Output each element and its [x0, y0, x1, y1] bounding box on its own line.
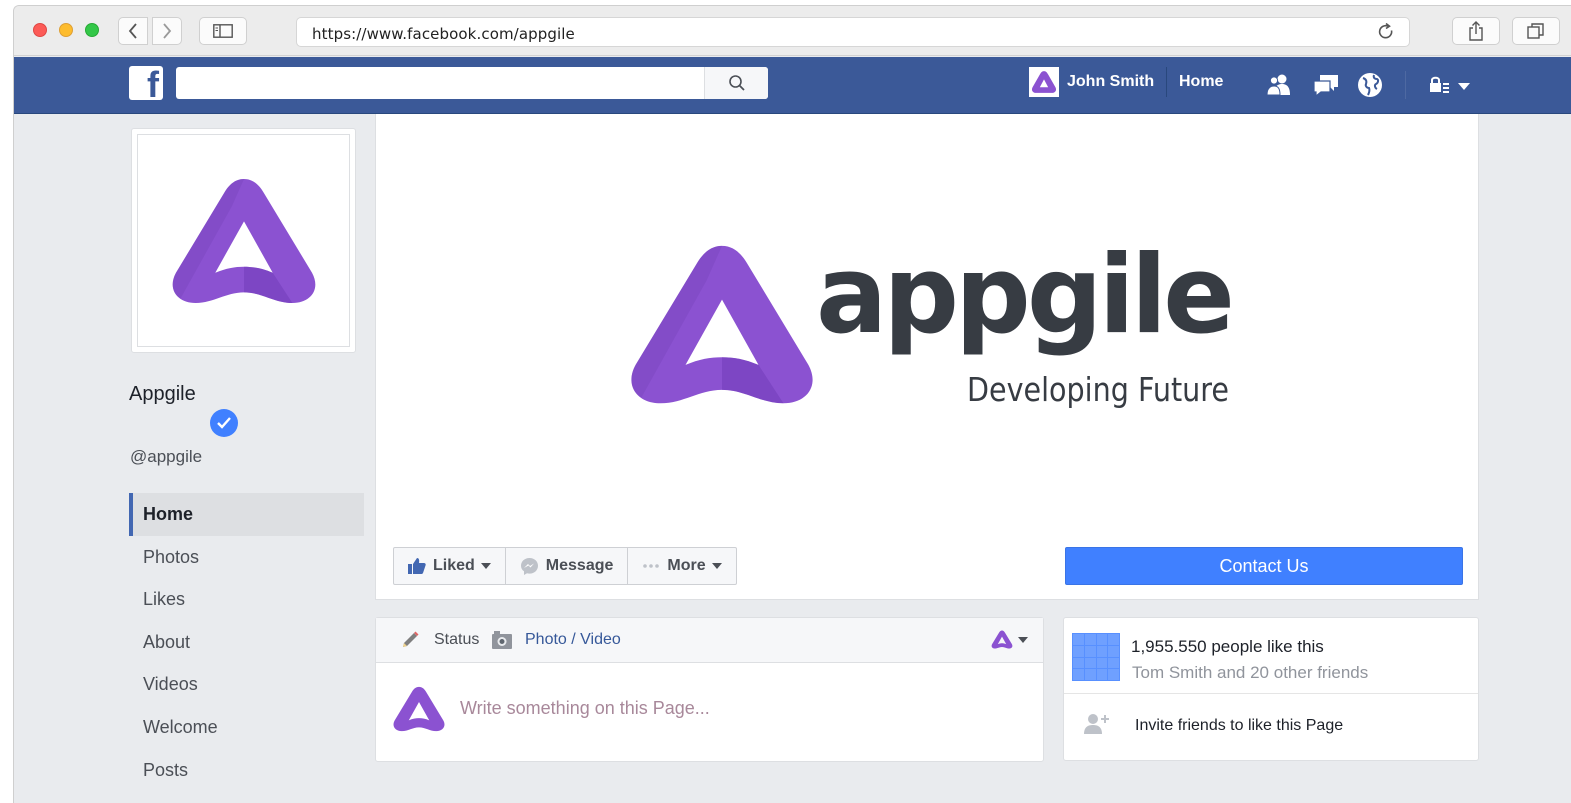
likes-count: 1,955.550 people like this [1131, 637, 1324, 656]
reload-icon[interactable] [1377, 22, 1395, 47]
liked-label: Liked [433, 557, 475, 574]
search-icon [728, 75, 745, 91]
tab-photo-video[interactable]: Photo / Video [491, 630, 621, 650]
camera-icon [492, 631, 512, 649]
tab-status[interactable]: Status [400, 630, 479, 650]
divider [1064, 693, 1478, 694]
more-button[interactable]: More [627, 547, 737, 585]
post-composer: Status Photo / Video Write something on … [375, 617, 1044, 762]
more-label: More [667, 557, 706, 574]
liked-button[interactable]: Liked [393, 547, 506, 585]
contact-us-button[interactable]: Contact Us [1065, 547, 1463, 585]
page-actions: Liked Message More [393, 547, 737, 585]
nav-item-posts[interactable]: Posts [129, 749, 364, 792]
appgile-avatar-icon [991, 630, 1013, 649]
profile-picture[interactable] [131, 128, 356, 353]
browser-window: https://www.facebook.com/appgile f John … [13, 5, 1571, 803]
cover-logo: appgile Developing Future [631, 234, 1235, 409]
ellipsis-icon [643, 564, 660, 568]
home-link[interactable]: Home [1179, 73, 1223, 91]
user-name: John Smith [1067, 67, 1168, 97]
page-avatar-icon [393, 686, 445, 732]
forward-button[interactable] [152, 17, 182, 45]
post-as-selector[interactable] [991, 630, 1029, 649]
friends-grid-icon [1072, 633, 1120, 681]
tab-status-label: Status [434, 631, 480, 648]
chevron-left-icon [128, 23, 137, 39]
address-bar[interactable]: https://www.facebook.com/appgile [296, 17, 1410, 47]
friends-who-like[interactable]: Tom Smith and 20 other friends [1132, 663, 1368, 683]
likes-summary: 1,955.550 people like this Tom Smith and… [1063, 617, 1479, 761]
cover-tagline: Developing Future [967, 370, 1229, 409]
messages-icon[interactable] [1312, 71, 1340, 99]
profile-picture-frame [137, 134, 350, 347]
nav-item-home[interactable]: Home [129, 493, 364, 536]
friend-requests-icon[interactable] [1265, 71, 1293, 99]
nav-item-photos[interactable]: Photos [129, 536, 364, 579]
zoom-window-button[interactable] [85, 23, 99, 37]
appgile-mark-icon [631, 245, 813, 404]
search-button[interactable] [704, 67, 768, 99]
show-sidebar-button[interactable] [199, 17, 247, 45]
add-friend-icon [1084, 714, 1109, 734]
caret-down-icon [480, 563, 491, 569]
close-window-button[interactable] [33, 23, 47, 37]
pencil-icon [403, 631, 419, 647]
back-button[interactable] [118, 17, 148, 45]
privacy-shortcuts-icon[interactable] [1427, 71, 1473, 99]
nav-item-videos[interactable]: Videos [129, 663, 364, 706]
nav-item-likes[interactable]: Likes [129, 578, 364, 621]
share-button[interactable] [1452, 17, 1500, 45]
caret-down-icon [1018, 636, 1028, 643]
globe-icon[interactable] [1356, 71, 1384, 99]
avatar [1029, 67, 1059, 97]
profile-link[interactable]: John Smith [1029, 67, 1168, 97]
page-handle[interactable]: @appgile [130, 447, 202, 467]
facebook-header: f John Smith Home [14, 57, 1571, 114]
header-divider [1405, 71, 1406, 99]
chevron-right-icon [163, 23, 172, 39]
facebook-logo-icon[interactable]: f [129, 66, 163, 100]
url-text: https://www.facebook.com/appgile [312, 25, 575, 43]
composer-tabs: Status Photo / Video [376, 618, 1043, 663]
composer-body[interactable]: Write something on this Page... [376, 663, 1043, 761]
show-tabs-button[interactable] [1512, 17, 1560, 45]
appgile-logo-icon [172, 178, 315, 303]
share-icon [1469, 21, 1483, 41]
thumbs-up-icon [408, 558, 426, 574]
invite-friends-link[interactable]: Invite friends to like this Page [1135, 717, 1343, 735]
message-button[interactable]: Message [504, 547, 629, 585]
page-title: Appgile [129, 383, 196, 405]
verified-badge-icon [210, 409, 238, 437]
tab-photo-video-label: Photo / Video [525, 631, 621, 648]
cover-brand: appgile [816, 234, 1231, 358]
messenger-icon [520, 557, 538, 575]
cover-photo[interactable]: appgile Developing Future Liked Message … [375, 114, 1479, 600]
nav-item-welcome[interactable]: Welcome [129, 706, 364, 749]
nav-item-about[interactable]: About [129, 621, 364, 664]
sidebar-icon [213, 24, 233, 38]
page-nav: Home Photos Likes About Videos Welcome P… [129, 493, 364, 791]
search-input[interactable] [176, 67, 768, 99]
caret-down-icon [711, 563, 722, 569]
minimize-window-button[interactable] [59, 23, 73, 37]
message-label: Message [545, 557, 614, 574]
browser-toolbar: https://www.facebook.com/appgile [14, 6, 1571, 56]
composer-input[interactable]: Write something on this Page... [460, 698, 710, 719]
tabs-icon [1527, 23, 1544, 39]
